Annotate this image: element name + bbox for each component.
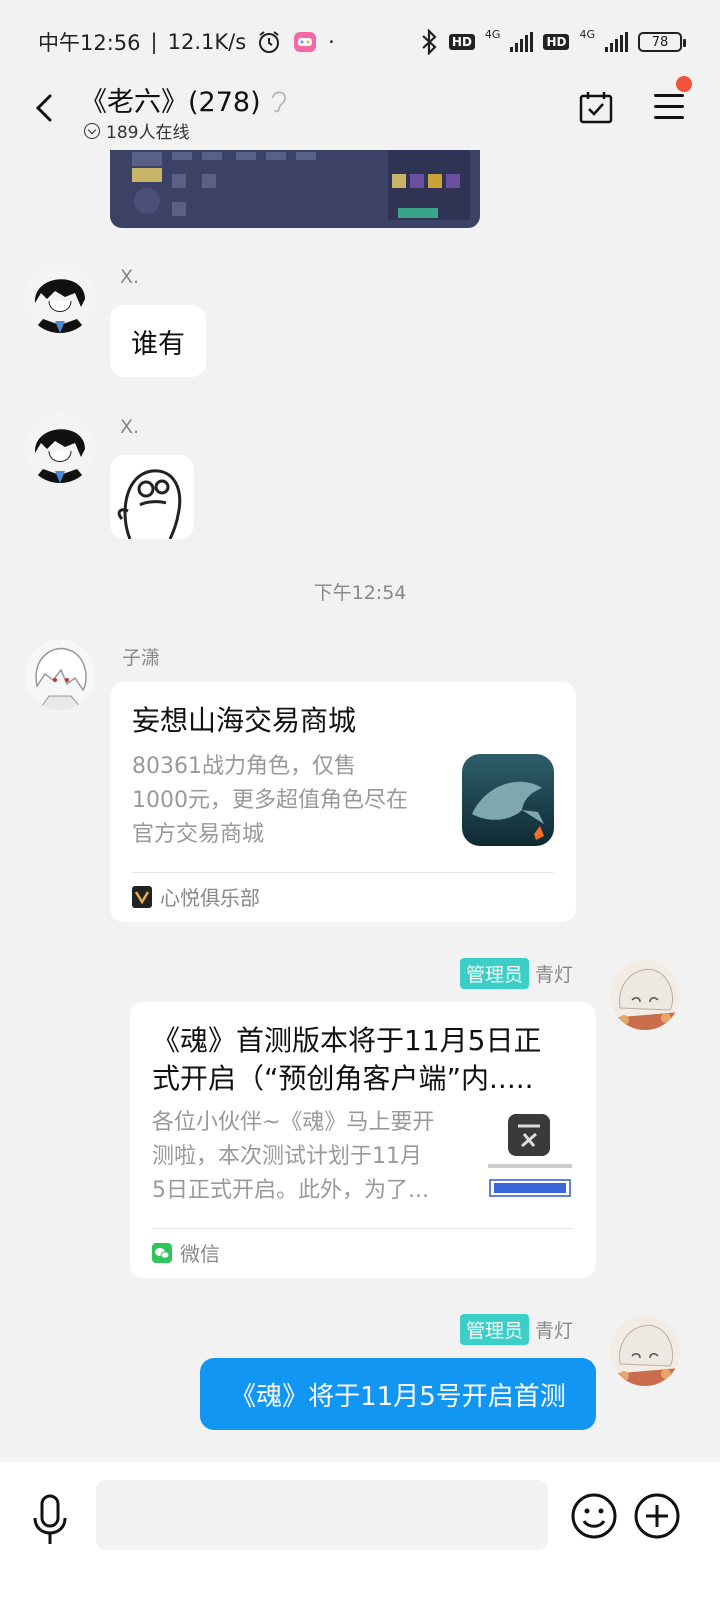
article-thumbnail-icon [484,1112,576,1204]
card-divider [152,1228,574,1229]
card-source: 心悦俱乐部 [132,882,260,911]
avatar[interactable] [25,413,95,483]
input-bar [0,1462,720,1600]
plus-icon[interactable] [633,1492,681,1540]
network-speed: 12.1K/s [167,30,247,54]
signal-icon-2 [605,32,628,52]
avatar[interactable] [610,960,680,1030]
menu-icon[interactable] [654,94,684,120]
bluetooth-icon [422,29,437,55]
avatar[interactable] [25,263,95,333]
game-app-icon [294,32,317,52]
hd-badge-1: HD [448,34,475,50]
share-card[interactable]: 妄想山海交易商城 80361战力角色，仅售 1000元，更多超值角色尽在 官方交… [110,682,576,922]
emoji-icon[interactable] [570,1492,618,1540]
battery-icon: 78 [638,32,686,52]
chat-header: 《老六》(278) 189人在线 [0,72,720,150]
message-input[interactable] [96,1480,548,1550]
message-bubble[interactable]: 谁有 [110,305,206,377]
avatar[interactable] [25,640,95,710]
admin-sender-row: 管理员 青灯 [460,1314,573,1345]
sender-name: X. [120,266,140,288]
sender-name: 子潇 [122,647,161,669]
share-card[interactable]: 《魂》首测版本将于11月5日正 式开启（“预创角客户端”内..... 各位小伙伴… [130,1002,596,1278]
shared-screenshot-image[interactable] [110,150,480,228]
card-divider [132,872,554,873]
microphone-icon[interactable] [30,1492,70,1548]
sender-name: X. [120,416,140,438]
ear-icon [271,90,286,112]
card-source: 微信 [152,1238,220,1267]
sticker-message[interactable] [110,455,194,539]
signal-icon-1 [510,32,534,52]
hd-badge-2: HD [543,34,570,50]
group-title[interactable]: 《老六》(278) [80,80,291,119]
wechat-icon [152,1242,172,1263]
admin-sender-row: 管理员 青灯 [460,958,573,989]
online-count[interactable]: 189人在线 [84,118,189,143]
sender-name: 青灯 [535,964,574,986]
ghost-sticker-icon [117,469,182,539]
notification-dot [676,76,692,92]
chevron-down-icon [84,122,100,139]
admin-badge: 管理员 [460,958,530,989]
whale-app-icon [462,754,554,846]
calendar-check-icon[interactable] [578,90,614,126]
admin-badge: 管理员 [460,1314,530,1345]
back-arrow-icon[interactable] [26,88,66,128]
sender-name: 青灯 [535,1320,574,1342]
xinyue-club-icon [132,885,152,908]
card-title: 妄想山海交易商城 [132,704,357,737]
status-time: 中午12:56 [38,31,141,55]
avatar[interactable] [610,1316,680,1386]
alarm-icon [259,31,280,53]
card-title: 《魂》首测版本将于11月5日正 [152,1024,542,1057]
timestamp: 下午12:54 [313,582,407,604]
message-bubble-sent[interactable]: 《魂》将于11月5号开启首测 [200,1358,596,1430]
